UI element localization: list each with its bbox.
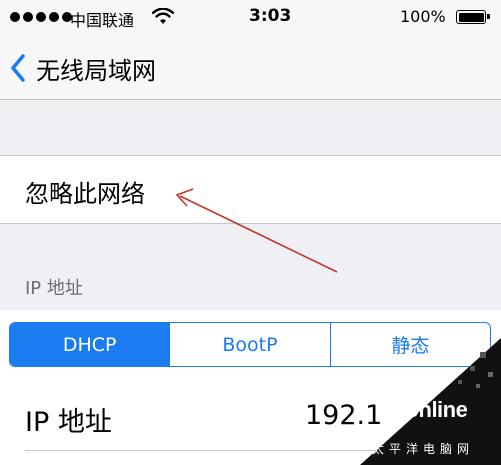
watermark-logo: PConline [376, 397, 468, 422]
wifi-icon [152, 8, 174, 24]
forget-network-cell[interactable]: 忽略此网络 [0, 155, 501, 224]
status-time: 3:03 [249, 6, 292, 26]
battery-percentage: 100% [400, 7, 446, 26]
signal-strength-icon [10, 12, 72, 22]
segment-dhcp[interactable]: DHCP [10, 323, 170, 366]
forget-network-label: 忽略此网络 [25, 180, 145, 208]
navigation-bar: 无线局域网 [0, 36, 501, 100]
ip-address-label: IP 地址 [25, 407, 112, 438]
watermark-caption: 太平洋电脑网 [372, 442, 475, 456]
ip-mode-segmented-control[interactable]: DHCP BootP 静态 [9, 322, 491, 367]
back-button[interactable]: 无线局域网 [10, 46, 156, 90]
section-spacer [0, 100, 501, 155]
segment-bootp[interactable]: BootP [169, 323, 329, 366]
ip-address-value: 192.1 [305, 400, 383, 431]
ip-section-header: IP 地址 [25, 278, 83, 299]
segment-static[interactable]: 静态 [329, 323, 490, 366]
battery-icon [456, 10, 490, 24]
carrier-name: 中国联通 [70, 11, 135, 30]
back-button-label: 无线局域网 [36, 56, 156, 85]
status-bar: 中国联通 3:03 100% [0, 0, 501, 36]
chevron-left-icon [11, 54, 25, 82]
